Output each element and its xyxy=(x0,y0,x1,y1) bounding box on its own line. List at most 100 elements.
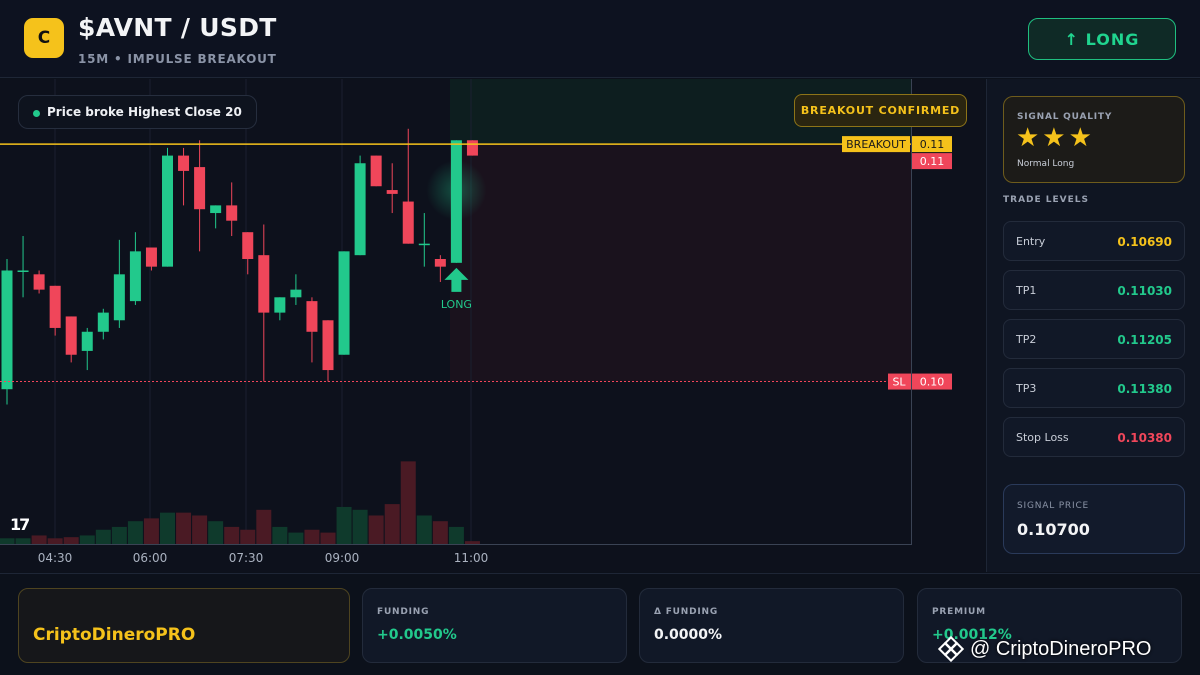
candle-body xyxy=(402,201,414,244)
volume-bar xyxy=(224,526,240,544)
time-label: 07:30 xyxy=(229,551,264,565)
candle-body xyxy=(386,190,398,194)
candle-body xyxy=(113,274,125,321)
price-chart[interactable]: LONG BREAKOUT 0.11 0.11 SL 0.10 04:30 06:… xyxy=(0,79,985,572)
level-value: 0.10690 xyxy=(1117,235,1172,249)
level-tp2[interactable]: TP2 0.11205 xyxy=(1003,319,1185,359)
level-stop-loss[interactable]: Stop Loss 0.10380 xyxy=(1003,417,1185,457)
binance-square-icon xyxy=(938,636,964,662)
watermark: @ CriptoDineroPRO xyxy=(938,634,1151,664)
volume-bar xyxy=(63,537,79,544)
volume-bar xyxy=(143,518,159,544)
level-name: TP1 xyxy=(1016,284,1037,297)
volume-bar xyxy=(352,509,368,544)
volume-bar xyxy=(0,538,15,544)
signal-quality-desc: Normal Long xyxy=(1017,159,1075,169)
candle-body xyxy=(1,270,13,390)
volume-bar xyxy=(208,521,224,544)
candle-body xyxy=(17,270,29,272)
candle-body xyxy=(466,140,478,156)
volume-bar xyxy=(368,515,384,544)
candle-body xyxy=(418,243,430,246)
candle-body xyxy=(354,163,366,256)
signal-quality-label: SIGNAL QUALITY xyxy=(1017,112,1113,122)
volume-bar xyxy=(95,529,111,544)
candle-body xyxy=(322,320,334,371)
candle-body xyxy=(145,247,157,267)
status-dot-icon xyxy=(33,110,40,117)
candles xyxy=(1,128,478,405)
level-tp3[interactable]: TP3 0.11380 xyxy=(1003,368,1185,408)
breakout-status-text: Price broke Highest Close 20 xyxy=(47,105,242,119)
volume-bar xyxy=(384,504,400,544)
candle-body xyxy=(242,232,254,259)
breakout-confirmed-badge: BREAKOUT CONFIRMED xyxy=(794,94,967,127)
volume-bar xyxy=(127,521,143,544)
time-label: 04:30 xyxy=(38,551,73,565)
volume-bar xyxy=(15,538,31,544)
volume-bar xyxy=(432,521,448,544)
volume-bar xyxy=(160,512,175,544)
header: C $AVNT / USDT 15M • IMPULSE BREAKOUT ↑ … xyxy=(0,0,1200,78)
candle-body xyxy=(65,316,77,355)
volume-bar xyxy=(176,512,192,544)
signal-sidebar: SIGNAL QUALITY ★★★ Normal Long TRADE LEV… xyxy=(986,79,1200,572)
last-price-tag: 0.11 xyxy=(920,155,945,168)
volume-bar xyxy=(256,509,272,544)
volume-bar xyxy=(448,526,464,544)
time-axis-labels: 04:30 06:00 07:30 09:00 11:00 xyxy=(38,551,489,565)
pair-subtitle: 15M • IMPULSE BREAKOUT xyxy=(78,52,277,66)
breakout-status-chip: Price broke Highest Close 20 xyxy=(18,95,257,129)
volume-bars xyxy=(0,461,480,544)
level-value: 0.10380 xyxy=(1117,431,1172,445)
volume-bar xyxy=(288,532,304,544)
level-entry[interactable]: Entry 0.10690 xyxy=(1003,221,1185,261)
long-signal-label: LONG xyxy=(441,298,472,311)
volume-bar xyxy=(47,538,63,544)
volume-bar xyxy=(111,526,127,544)
candle-body xyxy=(97,312,109,332)
signal-price-card: SIGNAL PRICE 0.10700 xyxy=(1003,484,1185,554)
level-name: TP3 xyxy=(1016,382,1037,395)
sl-value-tag: 0.10 xyxy=(920,376,945,389)
volume-bar xyxy=(464,541,480,544)
tradingview-logo-icon: 17 xyxy=(10,515,30,534)
signal-glow xyxy=(426,160,487,221)
delta-funding-value: 0.0000% xyxy=(654,627,723,643)
breakout-value-tag: 0.11 xyxy=(920,138,945,151)
level-name: Entry xyxy=(1016,235,1046,248)
candle-body xyxy=(194,167,206,210)
candle-body xyxy=(81,331,93,351)
candle-body xyxy=(370,155,382,187)
sl-tag-label: SL xyxy=(892,376,906,389)
candle-body xyxy=(129,251,141,302)
premium-label: PREMIUM xyxy=(932,607,986,617)
volume-bar xyxy=(336,506,352,544)
funding-card: FUNDING +0.0050% xyxy=(362,588,627,663)
brand-name: CriptoDineroPRO xyxy=(33,625,196,645)
funding-value: +0.0050% xyxy=(377,627,457,643)
brand-logo: C xyxy=(24,18,64,58)
delta-funding-card: Δ FUNDING 0.0000% xyxy=(639,588,904,663)
candle-body xyxy=(178,155,190,171)
candle-body xyxy=(226,205,238,221)
candle-body xyxy=(33,274,45,290)
candle-body xyxy=(274,297,286,313)
level-name: TP2 xyxy=(1016,333,1037,346)
volume-bar xyxy=(79,535,95,544)
signal-price-label: SIGNAL PRICE xyxy=(1017,501,1090,511)
long-direction-button[interactable]: ↑ LONG xyxy=(1028,18,1176,60)
volume-bar xyxy=(192,515,208,544)
time-label: 11:00 xyxy=(454,551,489,565)
volume-bar xyxy=(416,515,432,544)
level-tp1[interactable]: TP1 0.11030 xyxy=(1003,270,1185,310)
candlestick-chart-svg: LONG BREAKOUT 0.11 0.11 SL 0.10 04:30 06:… xyxy=(0,79,952,565)
pair-title: $AVNT / USDT xyxy=(78,13,277,42)
time-label: 06:00 xyxy=(133,551,168,565)
level-value: 0.11030 xyxy=(1117,284,1172,298)
volume-bar xyxy=(400,461,416,544)
star-rating-icon: ★★★ xyxy=(1016,123,1095,153)
level-name: Stop Loss xyxy=(1016,431,1069,444)
candle-body xyxy=(49,285,61,328)
candle-body xyxy=(210,205,222,214)
